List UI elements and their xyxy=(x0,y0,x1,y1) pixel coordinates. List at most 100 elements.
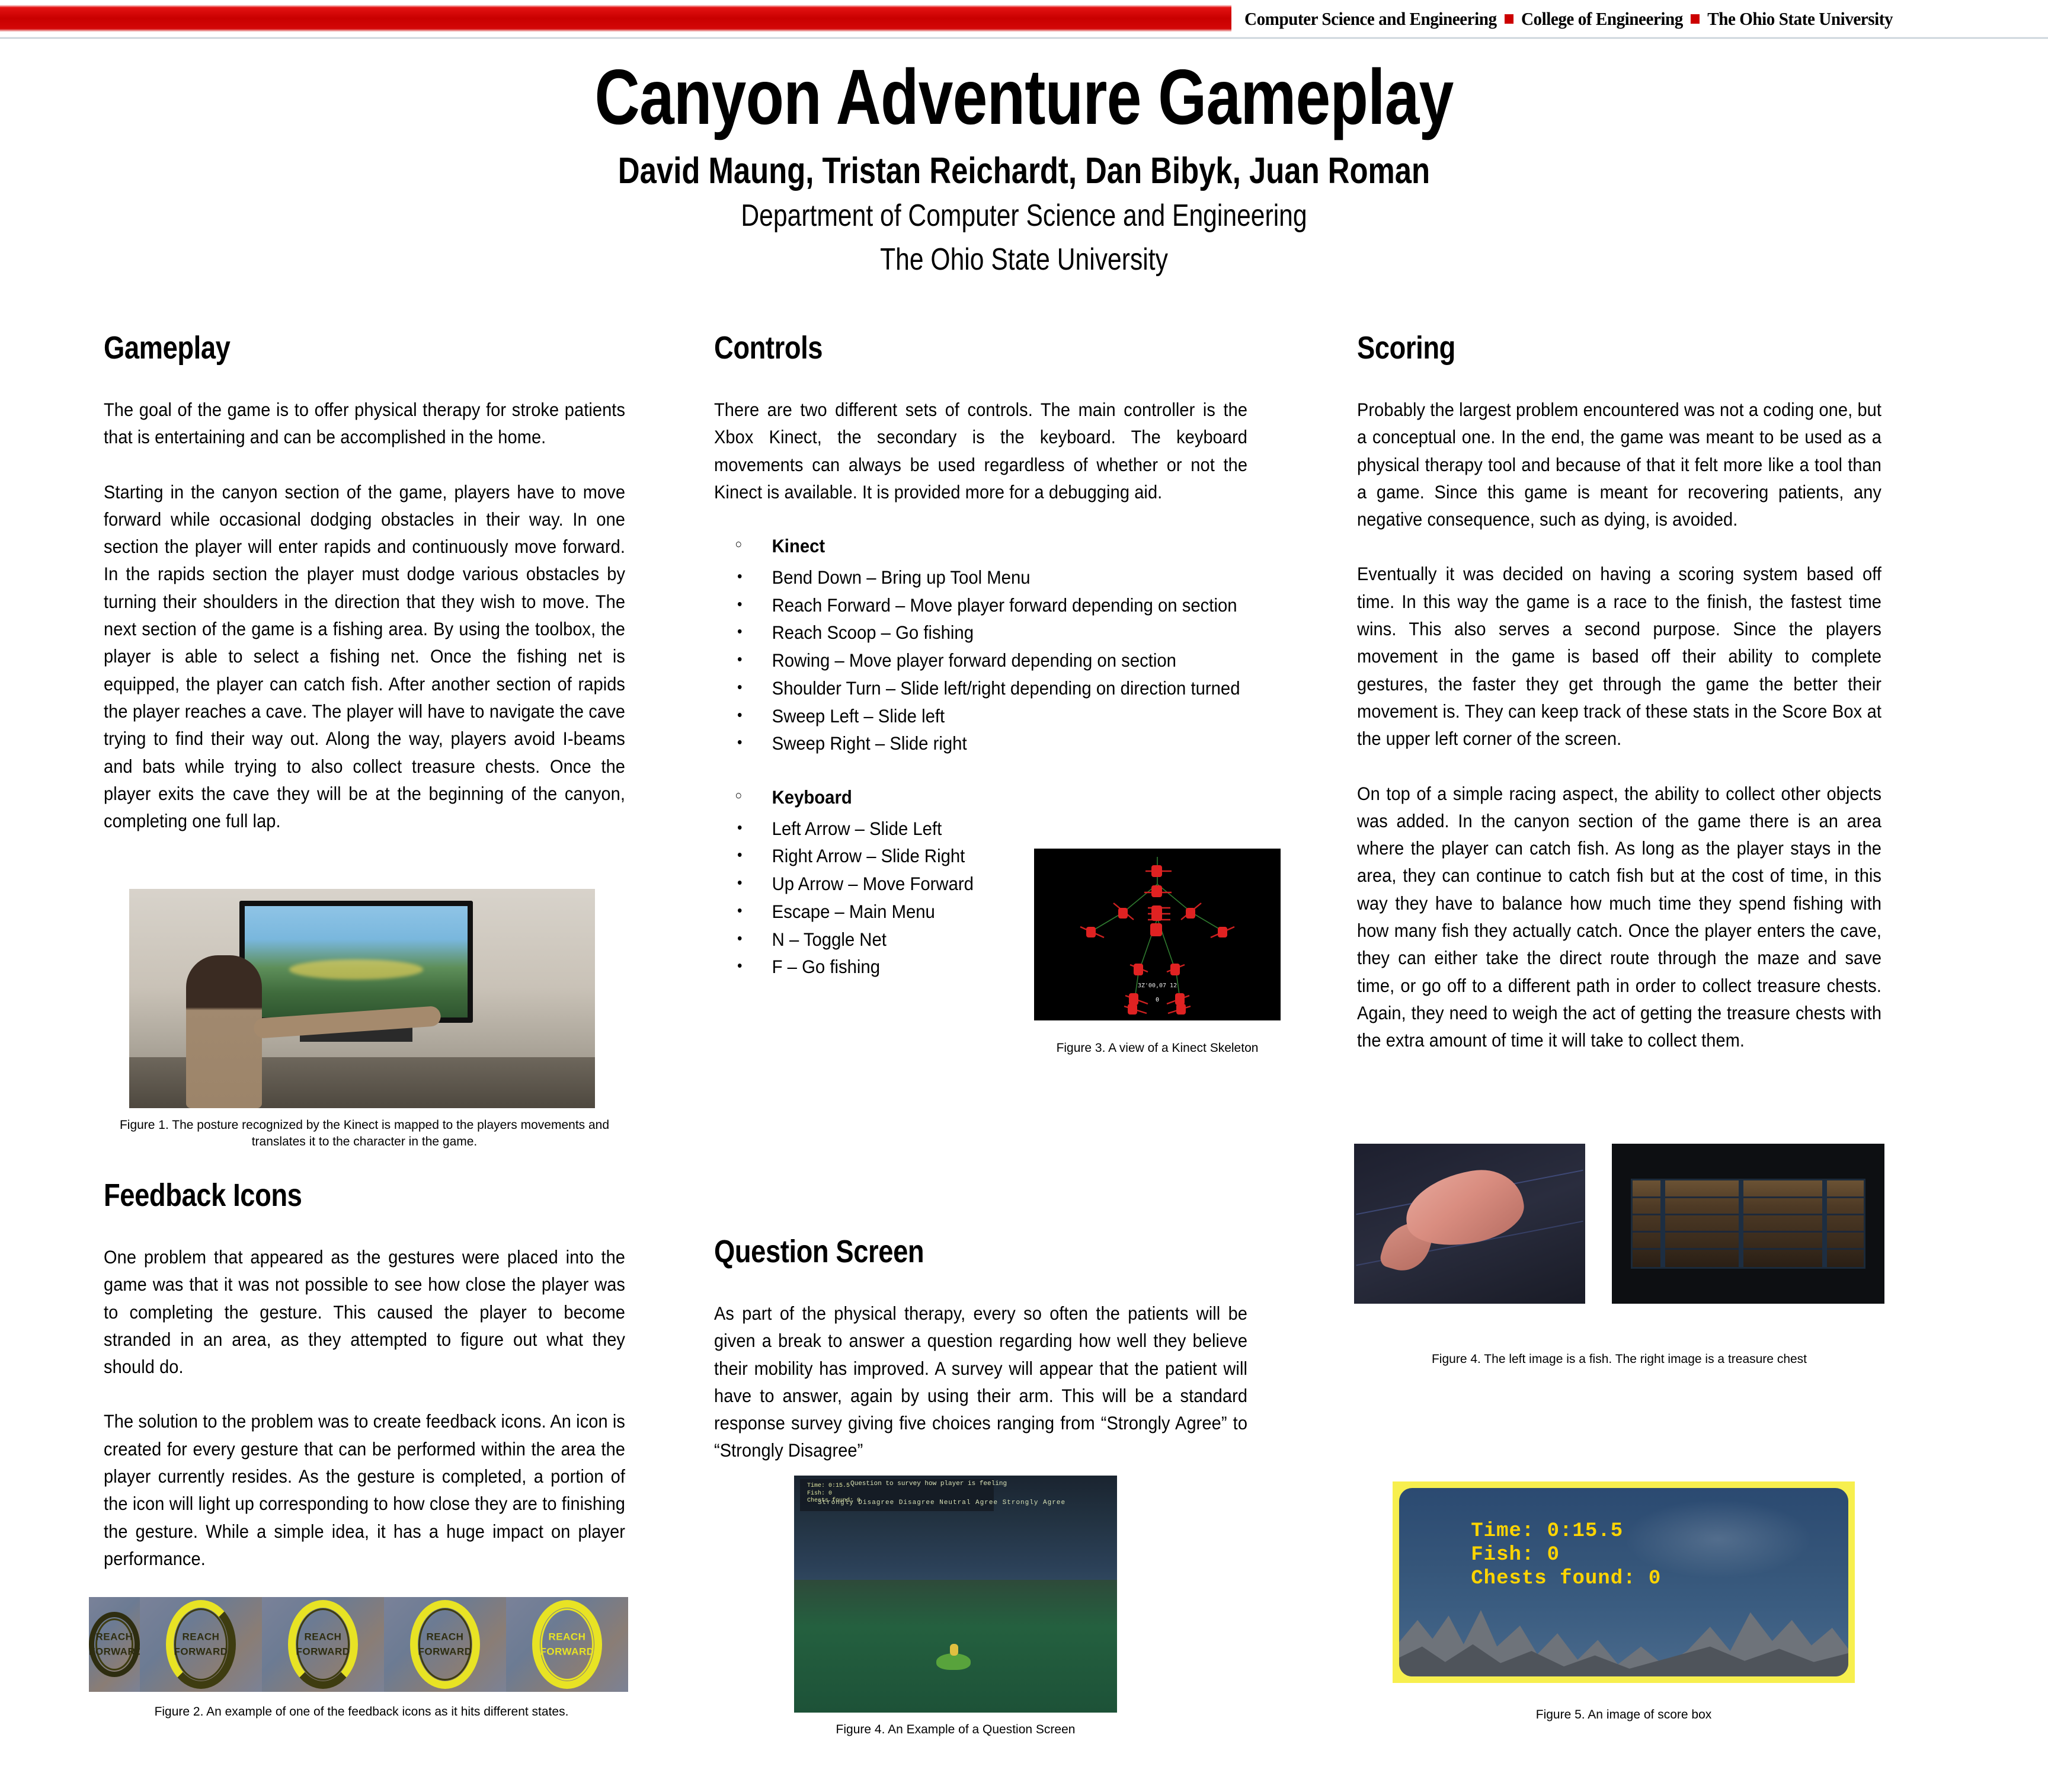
kinect-control-label: Shoulder Turn – Slide left/right dependi… xyxy=(772,677,1240,699)
chest-plank xyxy=(1633,1213,1864,1215)
figure-4-question-screen-caption: Figure 4. An Example of a Question Scree… xyxy=(836,1723,1076,1736)
figure-1-caption: Figure 1. The posture recognized by the … xyxy=(119,1118,610,1149)
kinect-control-item: • Sweep Left – Slide left xyxy=(714,703,1247,729)
kinect-control-item: • Sweep Right – Slide right xyxy=(714,730,1247,757)
question-screen-player-boat xyxy=(936,1644,971,1670)
keyboard-control-label: Escape – Main Menu xyxy=(772,900,935,922)
svg-text:0: 0 xyxy=(1156,997,1159,1003)
figure-5-image-score-box: Time: 0:15.5 Fish: 0 Chests found: 0 xyxy=(1393,1481,1855,1683)
keyboard-group-label: Keyboard xyxy=(772,786,852,808)
feedback-icons-paragraph-1: One problem that appeared as the gesture… xyxy=(104,1246,626,1378)
figure-4-image-question-screen: Time: 0:15.5 Fish: 0 Chests found: 0 Quest… xyxy=(794,1476,1117,1713)
feedback-icon-state-0: REACH FORWARD xyxy=(89,1597,143,1692)
section-heading-question-screen: Question Screen xyxy=(714,1234,924,1269)
keyboard-control-item: • Left Arrow – Slide Left xyxy=(714,815,1247,842)
keyboard-group-heading: ○ Keyboard xyxy=(714,784,1247,811)
bullet-icon: • xyxy=(737,705,743,724)
scoring-paragraph-2: Eventually it was decided on having a sc… xyxy=(1357,563,1882,750)
osu-wordmark: Computer Science and Engineering College… xyxy=(1244,6,1893,32)
page-title: Canyon Adventure Gameplay xyxy=(594,53,1454,140)
score-box-inner: Time: 0:15.5 Fish: 0 Chests found: 0 xyxy=(1399,1488,1848,1676)
kinect-group-heading: ○ Kinect xyxy=(714,533,1247,559)
figure-3-caption: Figure 3. A view of a Kinect Skeleton xyxy=(1056,1041,1259,1055)
bullet-icon: • xyxy=(737,901,743,919)
poster-header: Canyon Adventure Gameplay David Maung, T… xyxy=(0,53,2048,277)
section-feedback-icons: Feedback Icons One problem that appeared… xyxy=(104,1179,625,1599)
chest-metal-band xyxy=(1739,1180,1744,1267)
kinect-group-label: Kinect xyxy=(772,535,825,557)
bullet-icon: • xyxy=(737,650,743,668)
feedback-icon-label: REACH FORWARD xyxy=(540,1631,594,1657)
scoring-paragraph-3: On top of a simple racing aspect, the ab… xyxy=(1357,782,1882,1051)
banner-divider-rule xyxy=(0,37,2048,39)
feedback-icon-state-4: REACH FORWARD xyxy=(506,1597,628,1692)
wordmark-dept: Computer Science and Engineering xyxy=(1244,8,1497,29)
keyboard-control-label: Left Arrow – Slide Left xyxy=(772,817,942,839)
feedback-icons-paragraph-2: The solution to the problem was to creat… xyxy=(104,1410,626,1569)
keyboard-control-label: N – Toggle Net xyxy=(772,928,887,950)
kinect-control-label: Sweep Left – Slide left xyxy=(772,705,945,727)
feedback-icon-state-1: REACH FORWARD xyxy=(140,1597,262,1692)
tv-screen xyxy=(245,906,468,1017)
score-box-mountains xyxy=(1399,1610,1848,1676)
figure-3-image-kinect-skeleton: 3Z'00,07 12 0 xyxy=(1034,849,1281,1020)
bullet-icon: • xyxy=(737,873,743,892)
hollow-bullet-icon: ○ xyxy=(735,537,743,552)
section-heading-gameplay: Gameplay xyxy=(104,330,231,366)
score-box-stats-text: Time: 0:15.5 Fish: 0 Chests found: 0 xyxy=(1471,1520,1662,1590)
svg-text:3Z'00,07 12: 3Z'00,07 12 xyxy=(1138,983,1177,989)
figure-4-image-treasure-chest xyxy=(1612,1144,1884,1304)
kinect-control-label: Reach Scoop – Go fishing xyxy=(772,622,974,644)
feedback-icon-label: REACH FORWARD xyxy=(89,1631,143,1657)
gameplay-paragraph-2: Starting in the canyon section of the ga… xyxy=(104,481,626,832)
bullet-icon: • xyxy=(737,846,743,864)
author-list: David Maung, Tristan Reichardt, Dan Biby… xyxy=(617,151,1431,191)
kinect-control-item: • Rowing – Move player forward depending … xyxy=(714,647,1247,674)
treasure-chest-body xyxy=(1631,1179,1865,1269)
kinect-control-item: • Shoulder Turn – Slide left/right depend… xyxy=(714,675,1247,702)
wordmark-college: College of Engineering xyxy=(1521,8,1683,29)
figure-2-image-feedback-icon-states: REACH FORWARD REACH FORWARD REACH FORWARD R… xyxy=(89,1597,628,1692)
feedback-icon-state-3: REACH FORWARD xyxy=(384,1597,506,1692)
figure-4-fish-chest-caption: Figure 4. The left image is a fish. The … xyxy=(1431,1352,1807,1366)
kinect-control-label: Rowing – Move player forward depending o… xyxy=(772,649,1176,671)
section-question-screen: Question Screen As part of the physical … xyxy=(714,1236,1247,1492)
hollow-bullet-icon: ○ xyxy=(735,788,743,802)
feedback-icon-label: REACH FORWARD xyxy=(418,1631,472,1657)
kinect-control-label: Reach Forward – Move player forward depe… xyxy=(772,594,1237,616)
chest-plank xyxy=(1633,1230,1864,1233)
university-line: The Ohio State University xyxy=(880,242,1168,277)
bullet-icon: • xyxy=(737,594,743,613)
question-screen-options: Strongly Disagree Disagree Neutral Agree… xyxy=(818,1499,1066,1506)
section-heading-feedback-icons: Feedback Icons xyxy=(104,1177,302,1213)
keyboard-control-label: F – Go fishing xyxy=(772,956,881,978)
bullet-icon: • xyxy=(737,677,743,696)
bullet-icon: • xyxy=(737,956,743,975)
bullet-icon: • xyxy=(737,818,743,836)
scoring-paragraph-1: Probably the largest problem encountered… xyxy=(1357,399,1882,530)
banner-red-bar xyxy=(0,5,1231,32)
television xyxy=(239,901,473,1023)
feedback-icon-label: REACH FORWARD xyxy=(296,1631,350,1657)
wordmark-university: The Ohio State University xyxy=(1707,8,1893,29)
figure-1-image-kinect-posture-photo xyxy=(129,889,595,1108)
question-screen-prompt: Question to survey how player is feeling xyxy=(850,1480,1007,1487)
bullet-icon: • xyxy=(737,929,743,947)
bullet-icon: • xyxy=(737,567,743,585)
gameplay-paragraph-1: The goal of the game is to offer physica… xyxy=(104,399,626,448)
department-line: Department of Computer Science and Engin… xyxy=(741,199,1307,233)
figure-5-caption: Figure 5. An image of score box xyxy=(1535,1708,1712,1721)
kinect-skeleton-svg: 3Z'00,07 12 0 xyxy=(1080,857,1235,1015)
column-left: Gameplay The goal of the game is to offe… xyxy=(104,332,625,862)
figure-2-caption: Figure 2. An example of one of the feedb… xyxy=(154,1705,569,1719)
kinect-control-label: Sweep Right – Slide right xyxy=(772,732,967,754)
figure-4-image-fish xyxy=(1354,1144,1585,1304)
controls-paragraph-1: There are two different sets of controls… xyxy=(714,399,1248,503)
chest-plank xyxy=(1633,1196,1864,1198)
bullet-icon: • xyxy=(737,622,743,641)
keyboard-control-label: Up Arrow – Move Forward xyxy=(772,873,974,895)
bullet-icon: • xyxy=(737,733,743,751)
section-heading-scoring: Scoring xyxy=(1357,330,1455,366)
chest-metal-band xyxy=(1660,1180,1665,1267)
